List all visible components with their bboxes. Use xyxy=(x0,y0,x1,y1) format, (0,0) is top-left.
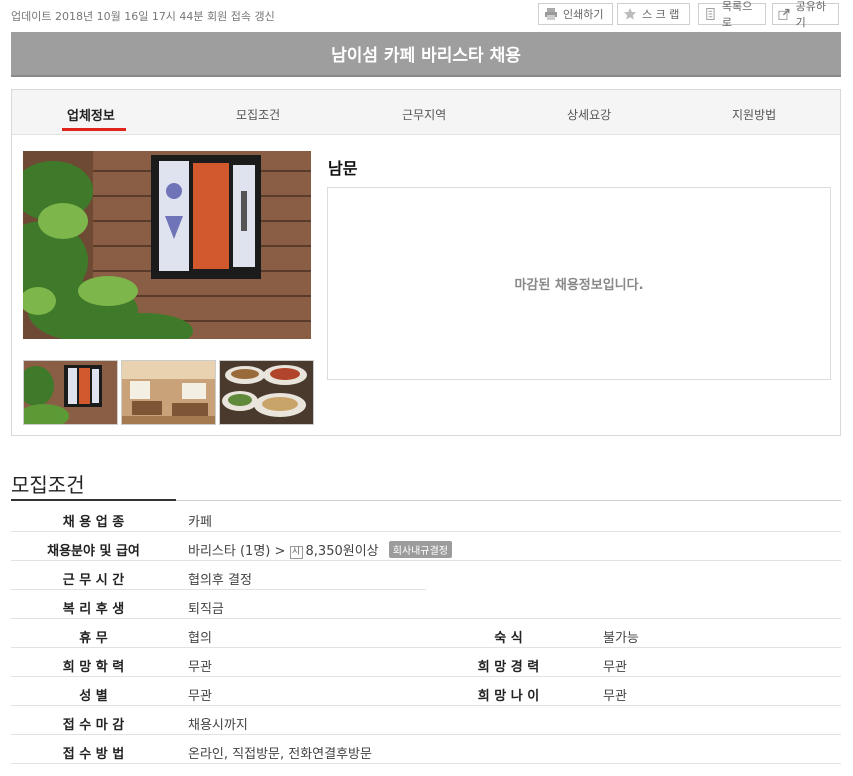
label-welfare: 복 리 후 생 xyxy=(62,602,125,617)
scrap-label: 스 크 랩 xyxy=(642,8,680,21)
salary-badge: 회사내규결정 xyxy=(388,541,452,558)
label-industry: 채 용 업 종 xyxy=(62,515,125,530)
condition-row-field-salary: 채용분야 및 급여 바리스타 (1명) > 시 8,350원이상 회사내규결정 xyxy=(11,532,841,561)
condition-row-gender-age: 성 별 무관 희 망 나 이 무관 xyxy=(11,677,841,706)
section-divider-accent xyxy=(11,499,176,501)
condition-row-hours: 근 무 시 간 협의후 결정 xyxy=(11,561,841,590)
update-info: 업데이트 2018년 10월 16일 17시 44분 회원 접속 갱신 xyxy=(11,10,275,23)
print-label: 인쇄하기 xyxy=(563,8,604,21)
page-title: 남이섬 카페 바리스타 채용 xyxy=(11,32,841,77)
conditions-title: 모집조건 xyxy=(11,473,85,497)
label-career: 희 망 경 력 xyxy=(477,660,540,675)
condition-row-deadline: 접 수 마 감 채용시까지 xyxy=(11,706,841,735)
active-tab-underline xyxy=(62,128,126,131)
condition-row-method: 접 수 방 법 온라인, 직접방문, 전화연결후방문 xyxy=(11,735,841,764)
list-button[interactable]: 목록으로 xyxy=(698,0,766,29)
share-button[interactable]: 공유하기 xyxy=(772,0,839,29)
value-welfare: 퇴직금 xyxy=(188,602,224,617)
share-label: 공유하기 xyxy=(795,0,826,29)
tab-work-location[interactable]: 근무지역 xyxy=(402,106,446,123)
share-icon xyxy=(778,8,790,20)
tab-details[interactable]: 상세요강 xyxy=(567,106,611,123)
condition-row-education-career: 희 망 학 력 무관 희 망 경 력 무관 xyxy=(11,648,841,677)
label-gender: 성 별 xyxy=(79,689,108,704)
value-career: 무관 xyxy=(603,660,627,675)
label-lodging: 숙 식 xyxy=(494,631,523,646)
label-deadline: 접 수 마 감 xyxy=(62,718,125,733)
value-industry: 카페 xyxy=(188,515,212,530)
value-deadline: 채용시까지 xyxy=(188,718,248,733)
label-age: 희 망 나 이 xyxy=(477,689,540,704)
row-divider xyxy=(11,763,841,764)
document-icon xyxy=(706,8,715,20)
label-field-salary: 채용분야 및 급여 xyxy=(47,544,140,559)
photo-thumbnail[interactable] xyxy=(121,360,216,425)
value-field: 바리스타 (1명) > xyxy=(188,544,286,559)
tab-apply-method[interactable]: 지원방법 xyxy=(732,106,776,123)
tab-company-info[interactable]: 업체정보 xyxy=(67,105,115,124)
main-photo[interactable] xyxy=(23,151,311,339)
value-field-salary: 바리스타 (1명) > 시 8,350원이상 회사내규결정 xyxy=(188,540,452,559)
photo-thumbnail[interactable] xyxy=(23,360,118,425)
condition-row-holiday-lodging: 휴 무 협의 숙 식 불가능 xyxy=(11,619,841,648)
closed-message: 마감된 채용정보입니다. xyxy=(514,278,644,293)
section-tabs: 업체정보 모집조건 근무지역 상세요강 지원방법 xyxy=(12,90,840,135)
print-button[interactable]: 인쇄하기 xyxy=(538,3,613,25)
value-hours: 협의후 결정 xyxy=(188,573,252,588)
label-holiday: 휴 무 xyxy=(79,631,108,646)
scrap-button[interactable]: 스 크 랩 xyxy=(617,3,690,25)
hourly-wage-icon: 시 xyxy=(289,546,303,559)
company-info-box: 업체정보 모집조건 근무지역 상세요강 지원방법 남문 마감된 채용정보입니다. xyxy=(11,89,841,436)
closed-notice: 마감된 채용정보입니다. xyxy=(327,187,831,380)
label-hours: 근 무 시 간 xyxy=(62,573,125,588)
condition-row-industry: 채 용 업 종 카페 xyxy=(11,503,841,532)
value-method: 온라인, 직접방문, 전화연결후방문 xyxy=(188,747,372,762)
printer-icon xyxy=(545,8,557,20)
photo-thumbnail[interactable] xyxy=(219,360,314,425)
value-lodging: 불가능 xyxy=(603,631,639,646)
condition-row-welfare: 복 리 후 생 퇴직금 xyxy=(11,590,841,619)
label-method: 접 수 방 법 xyxy=(62,747,125,762)
tab-conditions[interactable]: 모집조건 xyxy=(236,106,280,123)
value-holiday: 협의 xyxy=(188,631,212,646)
top-bar: 업데이트 2018년 10월 16일 17시 44분 회원 접속 갱신 인쇄하기… xyxy=(0,0,853,30)
value-age: 무관 xyxy=(603,689,627,704)
company-name: 남문 xyxy=(328,159,358,178)
value-gender: 무관 xyxy=(188,689,212,704)
value-education: 무관 xyxy=(188,660,212,675)
star-icon xyxy=(624,8,636,20)
list-label: 목록으로 xyxy=(721,0,753,29)
value-pay: 8,350원이상 xyxy=(305,544,379,559)
label-education: 희 망 학 력 xyxy=(62,660,125,675)
